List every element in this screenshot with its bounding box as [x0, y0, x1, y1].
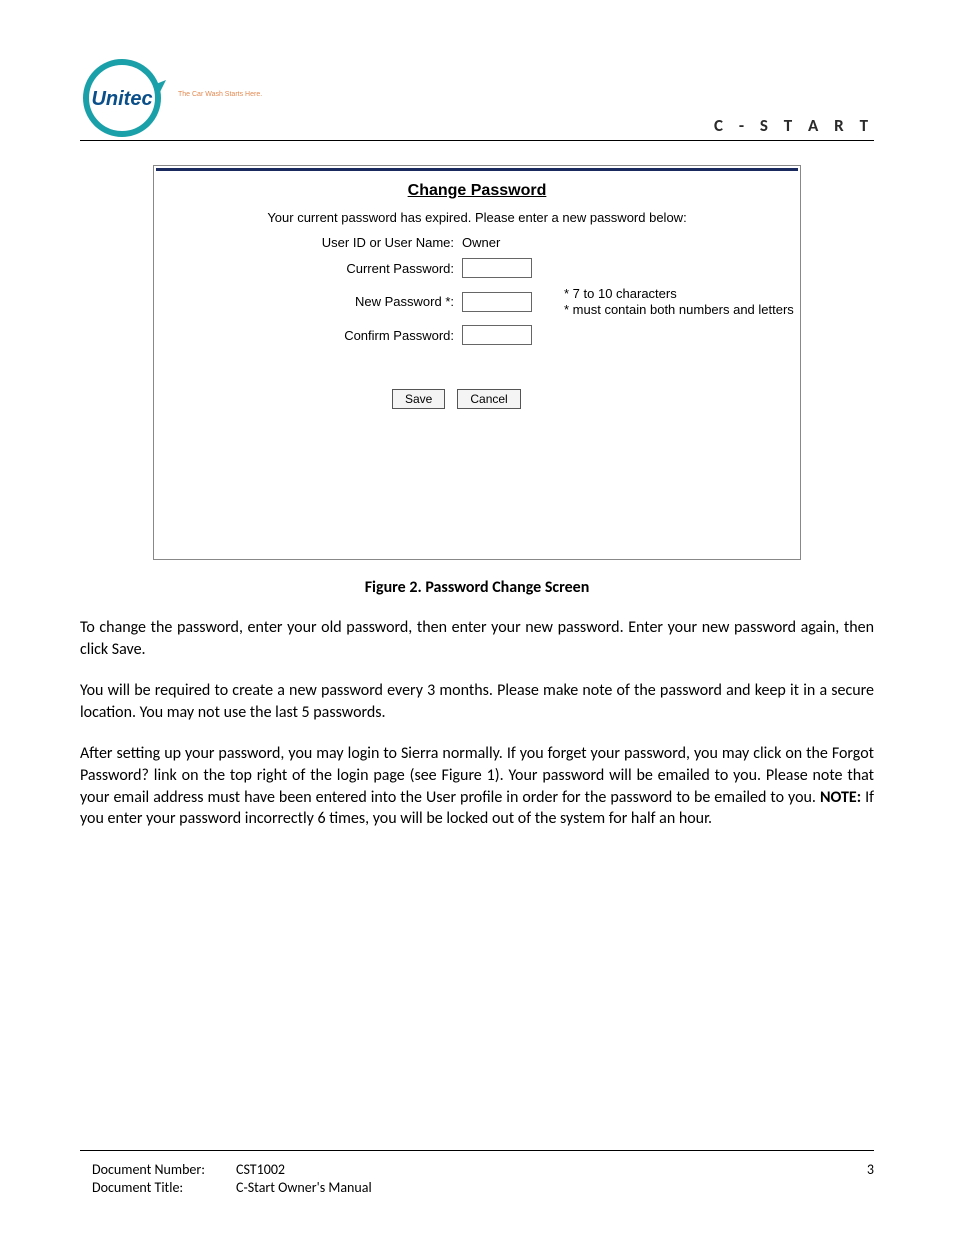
page-header: Unitec The Car Wash Starts Here. C - S T…: [80, 58, 874, 141]
figure-caption: Figure 2. Password Change Screen: [80, 578, 874, 597]
note-label: NOTE:: [820, 788, 861, 807]
user-id-value: Owner: [462, 235, 500, 250]
current-password-input[interactable]: [462, 258, 532, 278]
paragraph-2: You will be required to create a new pas…: [80, 680, 874, 723]
confirm-password-input[interactable]: [462, 325, 532, 345]
unitec-logo: Unitec: [82, 58, 172, 143]
change-password-screenshot: Change Password Your current password ha…: [153, 165, 801, 560]
logo-text: Unitec: [91, 88, 152, 110]
current-password-label: Current Password:: [154, 261, 462, 276]
expired-message: Your current password has expired. Pleas…: [154, 210, 800, 225]
footer-divider: [80, 1150, 874, 1151]
paragraph-3: After setting up your password, you may …: [80, 743, 874, 829]
new-password-input[interactable]: [462, 292, 532, 312]
logo-tagline: The Car Wash Starts Here.: [178, 91, 262, 98]
doc-number-value: CST1002: [236, 1161, 285, 1179]
brand-title: C - S T A R T: [714, 115, 874, 136]
save-button[interactable]: Save: [392, 389, 445, 409]
screenshot-title: Change Password: [154, 182, 800, 200]
cancel-button[interactable]: Cancel: [457, 389, 520, 409]
doc-number-label: Document Number:: [92, 1161, 236, 1179]
new-password-label: New Password *:: [154, 294, 462, 309]
page-footer: 3 Document Number: CST1002 Document Titl…: [92, 1161, 874, 1197]
confirm-password-label: Confirm Password:: [154, 328, 462, 343]
doc-title-value: C-Start Owner's Manual: [236, 1179, 372, 1197]
user-id-label: User ID or User Name:: [154, 235, 462, 250]
doc-title-label: Document Title:: [92, 1179, 236, 1197]
page-number: 3: [867, 1161, 874, 1179]
paragraph-1: To change the password, enter your old p…: [80, 617, 874, 660]
hint-line-2: * must contain both numbers and letters: [564, 302, 794, 318]
password-hints: * 7 to 10 characters * must contain both…: [564, 286, 794, 317]
hint-line-1: * 7 to 10 characters: [564, 286, 794, 302]
paragraph-3a: After setting up your password, you may …: [80, 744, 874, 806]
